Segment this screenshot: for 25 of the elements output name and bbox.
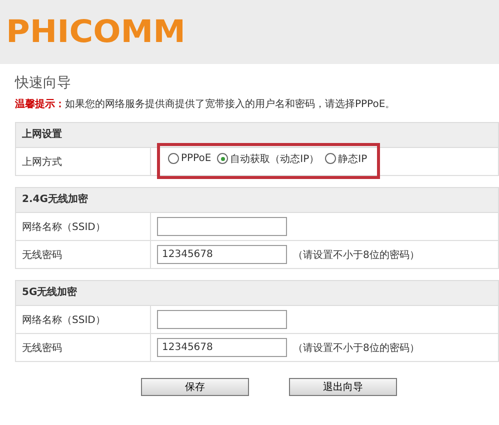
wizard-button[interactable]: 退出向导 bbox=[289, 378, 397, 396]
logo: PHICOMM bbox=[6, 14, 186, 50]
wizard-button[interactable]: 保存 bbox=[141, 378, 249, 396]
field-label: 无线密码 bbox=[22, 248, 62, 262]
section-heading: 上网设置 bbox=[16, 123, 498, 148]
radio-option[interactable]: 静态IP bbox=[325, 152, 368, 166]
field-label: 无线密码 bbox=[22, 342, 62, 354]
radio-option[interactable]: 自动获取（动态IP） bbox=[217, 152, 320, 166]
notice-text: 温馨提示：如果您的网络服务提供商提供了宽带接入的用户名和密码，请选择PPPoE。 bbox=[15, 98, 396, 112]
section-heading: 2.4G无线加密 bbox=[16, 188, 498, 213]
hint-text: （请设置不小于8位的密码） bbox=[293, 248, 420, 262]
radio-option[interactable]: PPPoE bbox=[168, 153, 212, 164]
input-field[interactable] bbox=[157, 310, 287, 329]
section-heading: 5G无线加密 bbox=[16, 281, 498, 306]
input-field[interactable]: 12345678 bbox=[157, 245, 287, 264]
page-title: 快速向导 bbox=[15, 74, 72, 92]
field-label: 网络名称（SSID） bbox=[22, 220, 106, 234]
radio-button[interactable] bbox=[168, 153, 179, 164]
input-field[interactable] bbox=[157, 217, 287, 236]
radio-button[interactable] bbox=[325, 153, 336, 164]
input-field[interactable]: 12345678 bbox=[157, 338, 287, 357]
field-label: 上网方式 bbox=[22, 156, 62, 168]
hint-text: （请设置不小于8位的密码） bbox=[293, 342, 420, 354]
radio-button[interactable] bbox=[217, 153, 228, 164]
field-label: 网络名称（SSID） bbox=[22, 314, 106, 326]
